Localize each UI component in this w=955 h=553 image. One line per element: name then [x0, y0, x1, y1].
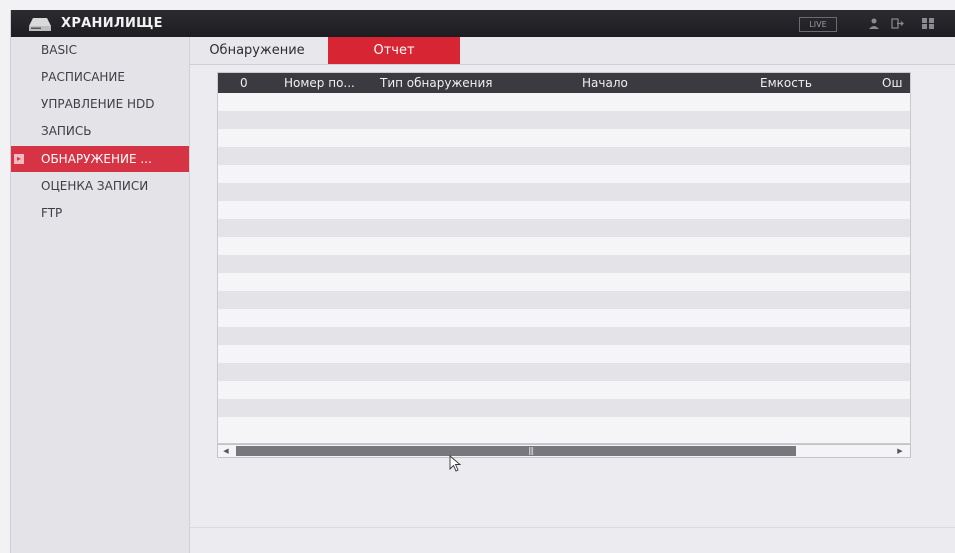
table-row[interactable]: [218, 417, 910, 435]
hdd-storage-icon: [29, 18, 51, 31]
chevron-right-icon: ▸: [14, 154, 24, 164]
sidebar-item-record-estimate[interactable]: ОЦЕНКА ЗАПИСИ: [11, 173, 189, 199]
scroll-right-icon[interactable]: ▶: [894, 446, 906, 456]
logout-icon[interactable]: [891, 17, 905, 30]
storage-window: ХРАНИЛИЩЕ LIVE BASIC РАСПИСАНИЕ УПРАВЛЕН…: [10, 10, 955, 553]
grip-icon: |||: [528, 446, 534, 455]
table-row[interactable]: [218, 381, 910, 399]
column-header-index[interactable]: 0: [240, 73, 248, 93]
column-header-capacity[interactable]: Емкость: [760, 73, 812, 93]
sidebar-item-hdd-management[interactable]: УПРАВЛЕНИЕ HDD: [11, 91, 189, 117]
report-table: 0 Номер по... Тип обнаружения Начало Емк…: [217, 72, 911, 444]
scrollbar-thumb[interactable]: |||: [236, 446, 796, 456]
sidebar-item-ftp[interactable]: FTP: [11, 200, 189, 226]
table-row[interactable]: [218, 327, 910, 345]
sidebar-item-record[interactable]: ЗАПИСЬ: [11, 118, 189, 144]
sidebar-item-label: УПРАВЛЕНИЕ HDD: [41, 97, 155, 111]
tab-report[interactable]: Отчет: [328, 37, 460, 64]
sidebar-item-schedule[interactable]: РАСПИСАНИЕ: [11, 64, 189, 90]
table-row[interactable]: [218, 363, 910, 381]
table-row[interactable]: [218, 309, 910, 327]
sidebar-item-label: FTP: [41, 206, 63, 220]
table-row[interactable]: [218, 93, 910, 111]
column-header-number[interactable]: Номер по...: [284, 73, 355, 93]
sidebar-item-basic[interactable]: BASIC: [11, 37, 189, 63]
sidebar-item-label: РАСПИСАНИЕ: [41, 70, 125, 84]
scroll-left-icon[interactable]: ◀: [220, 446, 232, 456]
table-row[interactable]: [218, 255, 910, 273]
sidebar-item-label: BASIC: [41, 43, 77, 57]
table-row[interactable]: [218, 111, 910, 129]
sidebar-item-label: ОЦЕНКА ЗАПИСИ: [41, 179, 149, 193]
table-row[interactable]: [218, 399, 910, 417]
table-row[interactable]: [218, 147, 910, 165]
table-row[interactable]: [218, 345, 910, 363]
mouse-cursor-icon: [449, 455, 462, 472]
live-button[interactable]: LIVE: [799, 17, 837, 32]
table-row[interactable]: [218, 129, 910, 147]
tab-bar: Обнаружение Отчет: [190, 37, 955, 65]
table-header: 0 Номер по... Тип обнаружения Начало Емк…: [218, 73, 910, 93]
table-row[interactable]: [218, 219, 910, 237]
page-title: ХРАНИЛИЩЕ: [61, 16, 163, 31]
table-row[interactable]: [218, 291, 910, 309]
title-bar: ХРАНИЛИЩЕ LIVE: [11, 10, 955, 37]
column-header-start[interactable]: Начало: [582, 73, 628, 93]
column-header-error[interactable]: Ош: [882, 73, 902, 93]
grid-icon[interactable]: [921, 17, 935, 30]
table-row[interactable]: [218, 273, 910, 291]
table-row[interactable]: [218, 183, 910, 201]
sidebar-item-label: ЗАПИСЬ: [41, 124, 92, 138]
column-header-detection-type[interactable]: Тип обнаружения: [380, 73, 493, 93]
divider: [190, 527, 955, 528]
sidebar-item-label: ОБНАРУЖЕНИЕ ...: [41, 152, 152, 166]
sidebar-item-detection[interactable]: ▸ ОБНАРУЖЕНИЕ ...: [11, 146, 189, 172]
tab-detection[interactable]: Обнаружение: [190, 37, 324, 64]
table-row[interactable]: [218, 165, 910, 183]
user-icon[interactable]: [867, 17, 881, 30]
sidebar: BASIC РАСПИСАНИЕ УПРАВЛЕНИЕ HDD ЗАПИСЬ ▸…: [11, 37, 190, 553]
horizontal-scrollbar[interactable]: ◀ ||| ▶: [217, 444, 911, 458]
table-row[interactable]: [218, 201, 910, 219]
table-row[interactable]: [218, 237, 910, 255]
